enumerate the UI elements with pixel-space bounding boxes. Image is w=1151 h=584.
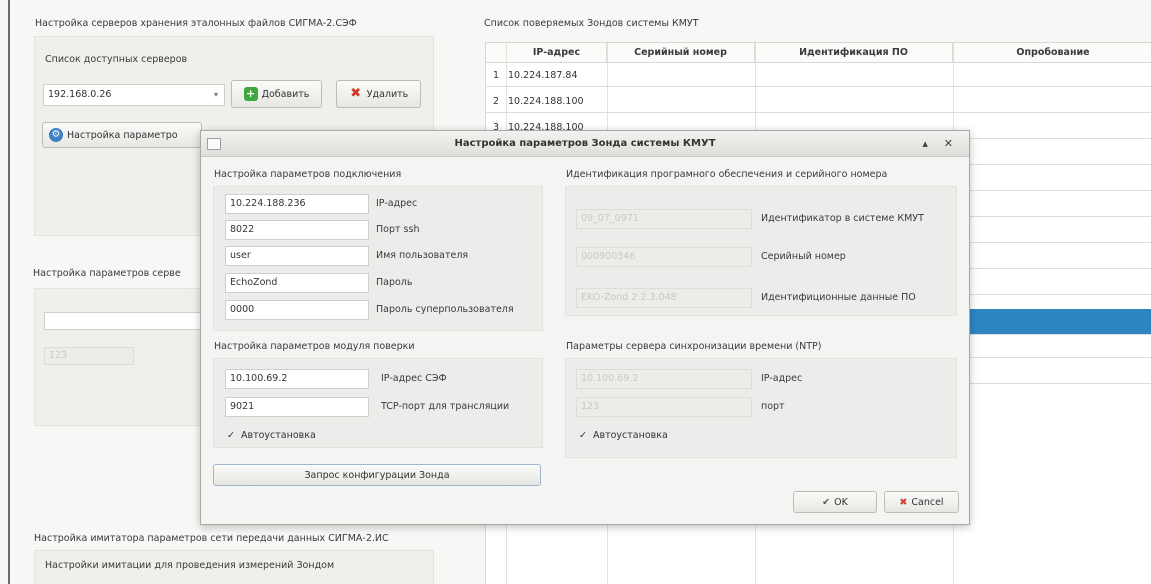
column-header-software[interactable]: Идентификация ПО bbox=[755, 43, 953, 63]
delete-server-button[interactable]: ✖ Удалить bbox=[336, 80, 421, 108]
row-ip: 10.224.188.100 bbox=[508, 96, 584, 107]
row-number: 1 bbox=[492, 70, 500, 81]
username-input[interactable]: user bbox=[225, 246, 369, 266]
row-ip: 10.224.187.84 bbox=[508, 70, 578, 81]
server-params-input[interactable] bbox=[44, 312, 204, 330]
ntp-group-title: Параметры сервера синхронизации времени … bbox=[566, 341, 822, 352]
server-list-label: Список доступных серверов bbox=[45, 54, 188, 65]
ip-address-input[interactable]: 10.224.188.236 bbox=[225, 194, 369, 214]
table-row[interactable]: 1 10.224.187.84 bbox=[486, 64, 1151, 87]
superuser-password-label: Пароль суперпользователя bbox=[376, 304, 514, 315]
verify-auto-label: Автоустановка bbox=[240, 430, 316, 441]
password-label: Пароль bbox=[376, 277, 413, 288]
software-id-label: Идентифиционные данные ПО bbox=[761, 292, 916, 303]
window-icon bbox=[207, 138, 221, 150]
serial-number-field: 000900346 bbox=[576, 247, 752, 267]
storage-section-title: Настройка серверов хранения эталонных фа… bbox=[35, 18, 357, 29]
check-icon: ✓ bbox=[227, 430, 235, 441]
tcp-port-input[interactable]: 9021 bbox=[225, 397, 369, 417]
sef-ip-label: IP-адрес СЭФ bbox=[381, 373, 447, 384]
ok-button[interactable]: ✔ OK bbox=[793, 491, 877, 513]
server-port-field: 123 bbox=[44, 347, 134, 365]
server-select-value: 192.168.0.26 bbox=[48, 89, 112, 100]
tcp-port-label: TCP-порт для трансляции bbox=[381, 401, 510, 412]
username-label: Имя пользователя bbox=[376, 250, 469, 261]
probe-table-header: IP-адрес Серийный номер Идентификация ПО… bbox=[486, 43, 1151, 63]
check-icon: ✓ bbox=[579, 430, 587, 441]
superuser-password-input[interactable]: 0000 bbox=[225, 300, 369, 320]
add-icon: + bbox=[243, 87, 258, 101]
cancel-button[interactable]: ✖ Cancel bbox=[884, 491, 959, 513]
chevron-down-icon: ▾ bbox=[213, 90, 218, 99]
table-row[interactable]: 2 10.224.188.100 bbox=[486, 90, 1151, 113]
cancel-icon: ✖ bbox=[899, 496, 908, 508]
delete-icon: ✖ bbox=[350, 86, 362, 101]
server-port-value: 123 bbox=[49, 350, 68, 361]
ntp-ip-field: 10.100.69.2 bbox=[576, 369, 752, 389]
connection-group-title: Настройка параметров подключения bbox=[214, 169, 402, 180]
verify-group-title: Настройка параметров модуля поверки bbox=[214, 341, 415, 352]
add-server-button[interactable]: + Добавить bbox=[231, 80, 322, 108]
ntp-ip-label: IP-адрес bbox=[761, 373, 803, 384]
kmut-id-label: Идентификатор в системе КМУТ bbox=[761, 213, 924, 224]
password-input[interactable]: EchoZond bbox=[225, 273, 369, 293]
ident-group-title: Идентификация програмного обеспечения и … bbox=[566, 169, 888, 180]
probe-settings-dialog: Настройка параметров Зонда системы КМУТ … bbox=[200, 130, 970, 525]
imitator-section-title: Настройка имитатора параметров сети пере… bbox=[34, 533, 389, 544]
dialog-titlebar[interactable]: Настройка параметров Зонда системы КМУТ … bbox=[201, 131, 969, 157]
sef-ip-input[interactable]: 10.100.69.2 bbox=[225, 369, 369, 389]
ssh-port-label: Порт ssh bbox=[376, 224, 420, 235]
dialog-title: Настройка параметров Зонда системы КМУТ bbox=[454, 138, 716, 149]
ntp-port-field: 123 bbox=[576, 397, 752, 417]
window-edge bbox=[8, 0, 10, 584]
request-config-label: Запрос конфигурации Зонда bbox=[304, 469, 450, 481]
delete-server-label: Удалить bbox=[366, 88, 409, 100]
row-number: 2 bbox=[492, 96, 500, 107]
column-header-test[interactable]: Опробование bbox=[953, 43, 1151, 63]
add-server-label: Добавить bbox=[261, 88, 310, 100]
imitator-sub-label: Настройки имитации для проведения измере… bbox=[45, 560, 335, 571]
serial-number-label: Серийный номер bbox=[761, 251, 846, 262]
server-params-title: Настройка параметров серве bbox=[33, 268, 181, 279]
cancel-label: Cancel bbox=[911, 496, 944, 508]
column-header-ip[interactable]: IP-адрес bbox=[507, 43, 607, 63]
probe-table-title: Список поверяемых Зондов системы КМУТ bbox=[484, 18, 699, 29]
column-header-serial[interactable]: Серийный номер bbox=[607, 43, 755, 63]
ok-icon: ✔ bbox=[822, 496, 831, 508]
verify-auto-checkbox[interactable]: ✓ Автоустановка bbox=[227, 430, 316, 441]
ntp-port-label: порт bbox=[761, 401, 785, 412]
ssh-port-input[interactable]: 8022 bbox=[225, 220, 369, 240]
kmut-id-field: 09_07_0971 bbox=[576, 209, 752, 229]
request-config-button[interactable]: Запрос конфигурации Зонда bbox=[213, 464, 541, 486]
window-controls[interactable]: ▴ ✕ bbox=[922, 131, 959, 157]
settings-params-label: Настройка параметро bbox=[67, 129, 178, 141]
ip-address-label: IP-адрес bbox=[376, 198, 418, 209]
gear-icon: ⚙ bbox=[49, 128, 63, 142]
ok-label: OK bbox=[834, 496, 848, 508]
software-id-field: EKO-Zond 2.2.3.048 bbox=[576, 288, 752, 308]
server-select[interactable]: 192.168.0.26 ▾ bbox=[43, 84, 225, 106]
settings-params-button[interactable]: ⚙ Настройка параметро bbox=[42, 122, 202, 148]
ntp-auto-label: Автоустановка bbox=[592, 430, 668, 441]
ntp-auto-checkbox[interactable]: ✓ Автоустановка bbox=[579, 430, 668, 441]
